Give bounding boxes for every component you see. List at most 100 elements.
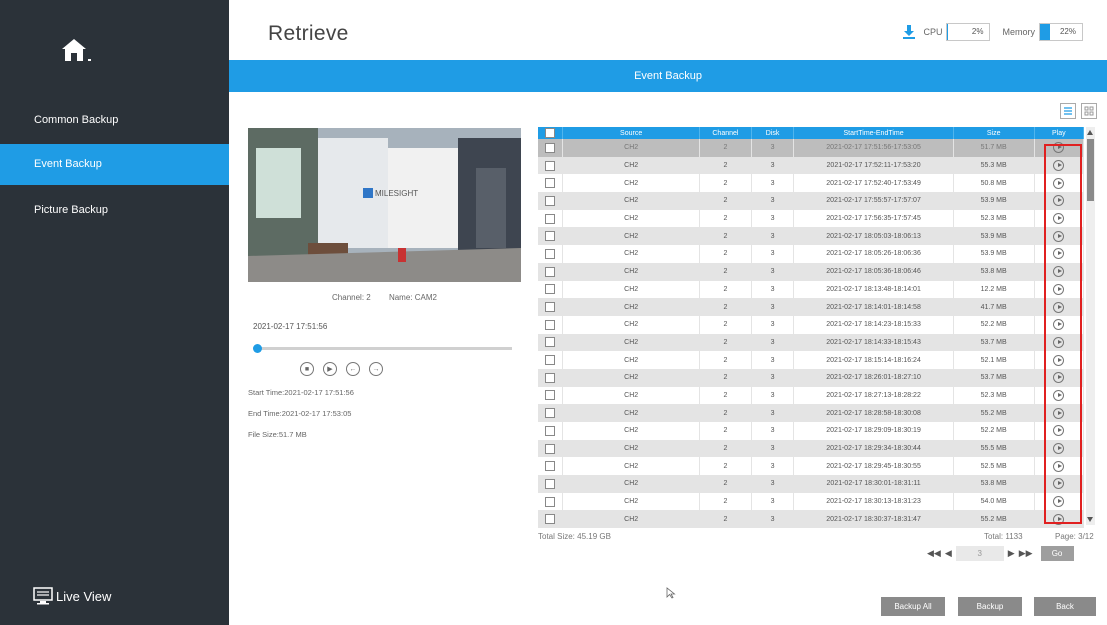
scroll-down-icon[interactable]	[1087, 517, 1093, 522]
live-view-button[interactable]: Live View	[32, 585, 111, 607]
row-checkbox[interactable]	[538, 209, 564, 228]
table-row[interactable]: CH2 2 3 2021-02-17 18:14:01-18:14:58 41.7 MB	[538, 298, 1085, 316]
row-checkbox[interactable]	[538, 262, 564, 281]
table-row[interactable]: CH2 2 3 2021-02-17 18:29:09-18:30:19 52.2 MB	[538, 422, 1085, 440]
table-row[interactable]: CH2 2 3 2021-02-17 18:05:03-18:06:13 53.9 MB	[538, 227, 1085, 246]
table-row[interactable]: CH2 2 3 2021-02-17 18:14:33-18:15:43 53.7 MB	[538, 333, 1085, 352]
table-scrollbar[interactable]	[1086, 127, 1095, 525]
row-checkbox[interactable]	[538, 510, 564, 529]
sidebar-item-common-backup[interactable]: Common Backup	[0, 100, 229, 141]
row-checkbox[interactable]	[538, 492, 564, 511]
backup-button[interactable]: Backup	[958, 597, 1022, 616]
cell-disk: 3	[751, 510, 795, 529]
step-back-icon[interactable]: ←	[346, 362, 360, 376]
monitor-icon	[33, 587, 53, 605]
cell-channel: 2	[699, 439, 752, 458]
row-checkbox[interactable]	[538, 457, 564, 476]
cell-source: CH2	[562, 139, 701, 157]
row-checkbox[interactable]	[538, 351, 564, 369]
table-row[interactable]: CH2 2 3 2021-02-17 18:27:13-18:28:22 52.3 MB	[538, 386, 1085, 405]
next-page-icon[interactable]: ▶	[1008, 548, 1015, 559]
cell-time: 2021-02-17 18:05:36-18:06:46	[793, 262, 954, 281]
step-forward-icon[interactable]: →	[369, 362, 383, 376]
cell-channel: 2	[699, 192, 752, 210]
table-row[interactable]: CH2 2 3 2021-02-17 18:26:01-18:27:10 53.7 MB	[538, 368, 1085, 387]
table-row[interactable]: CH2 2 3 2021-02-17 18:29:45-18:30:55 52.5 MB	[538, 457, 1085, 476]
cell-channel: 2	[699, 404, 752, 422]
slider-knob[interactable]	[253, 344, 262, 353]
select-all-checkbox[interactable]	[538, 127, 564, 139]
table-row[interactable]: CH2 2 3 2021-02-17 17:56:35-17:57:45 52.3 MB	[538, 209, 1085, 228]
table-row[interactable]: CH2 2 3 2021-02-17 17:52:40-17:53:49 50.8 MB	[538, 174, 1085, 193]
row-checkbox[interactable]	[538, 386, 564, 405]
row-checkbox[interactable]	[538, 192, 564, 210]
home-icon[interactable]	[58, 36, 92, 64]
table-row[interactable]: CH2 2 3 2021-02-17 17:55:57-17:57:07 53.9 MB	[538, 192, 1085, 210]
row-checkbox[interactable]	[538, 156, 564, 175]
grid-view-icon[interactable]	[1081, 103, 1097, 119]
table-row[interactable]: CH2 2 3 2021-02-17 18:30:13-18:31:23 54.0 MB	[538, 492, 1085, 511]
cell-channel: 2	[699, 475, 752, 493]
play-icon[interactable]: ▶	[323, 362, 337, 376]
col-disk[interactable]: Disk	[751, 127, 795, 139]
video-preview[interactable]: MILESIGHT	[248, 128, 521, 282]
live-view-label: Live View	[56, 588, 112, 604]
table-row[interactable]: CH2 2 3 2021-02-17 18:05:26-18:06:36 53.9 MB	[538, 245, 1085, 263]
table-row[interactable]: CH2 2 3 2021-02-17 18:28:58-18:30:08 55.2 MB	[538, 404, 1085, 422]
scroll-thumb[interactable]	[1087, 139, 1094, 201]
cell-source: CH2	[562, 457, 701, 476]
list-view-icon[interactable]	[1060, 103, 1076, 119]
cell-size: 54.0 MB	[953, 492, 1035, 511]
go-button[interactable]: Go	[1040, 546, 1074, 561]
back-button[interactable]: Back	[1034, 597, 1096, 616]
table-row[interactable]: CH2 2 3 2021-02-17 18:13:48-18:14:01 12.2 MB	[538, 280, 1085, 299]
row-checkbox[interactable]	[538, 280, 564, 299]
cell-size: 50.8 MB	[953, 174, 1035, 193]
cell-time: 2021-02-17 18:15:14-18:16:24	[793, 351, 954, 369]
prev-page-icon[interactable]: ◀	[945, 548, 952, 559]
cell-time: 2021-02-17 18:29:45-18:30:55	[793, 457, 954, 476]
page-input[interactable]: 3	[955, 546, 1004, 561]
col-source[interactable]: Source	[562, 127, 701, 139]
row-checkbox[interactable]	[538, 227, 564, 246]
col-channel[interactable]: Channel	[699, 127, 752, 139]
col-time[interactable]: StartTime-EndTime	[793, 127, 954, 139]
table-row[interactable]: CH2 2 3 2021-02-17 17:52:11-17:53:20 55.3 MB	[538, 156, 1085, 175]
table-row[interactable]: CH2 2 3 2021-02-17 18:30:37-18:31:47 55.2 MB	[538, 510, 1085, 529]
start-time: Start Time:2021-02-17 17:51:56	[248, 388, 354, 397]
row-checkbox[interactable]	[538, 139, 564, 157]
row-checkbox[interactable]	[538, 245, 564, 263]
scroll-up-icon[interactable]	[1087, 130, 1093, 135]
cell-disk: 3	[751, 280, 795, 299]
table-row[interactable]: CH2 2 3 2021-02-17 18:29:34-18:30:44 55.5 MB	[538, 439, 1085, 458]
sidebar-item-event-backup[interactable]: Event Backup	[0, 144, 229, 185]
row-checkbox[interactable]	[538, 368, 564, 387]
cell-channel: 2	[699, 368, 752, 387]
table-row[interactable]: CH2 2 3 2021-02-17 18:05:36-18:06:46 53.8 MB	[538, 262, 1085, 281]
stop-icon[interactable]: ■	[300, 362, 314, 376]
row-checkbox[interactable]	[538, 422, 564, 440]
col-size[interactable]: Size	[953, 127, 1035, 139]
row-checkbox[interactable]	[538, 404, 564, 422]
row-checkbox[interactable]	[538, 333, 564, 352]
table-row[interactable]: CH2 2 3 2021-02-17 18:15:14-18:16:24 52.1 MB	[538, 351, 1085, 369]
table-row[interactable]: CH2 2 3 2021-02-17 18:14:23-18:15:33 52.2 MB	[538, 315, 1085, 334]
cell-disk: 3	[751, 333, 795, 352]
row-checkbox[interactable]	[538, 298, 564, 316]
playback-slider[interactable]	[253, 344, 512, 353]
first-page-icon[interactable]: ◀◀	[927, 548, 941, 559]
cell-size: 55.3 MB	[953, 156, 1035, 175]
cell-disk: 3	[751, 139, 795, 157]
last-page-icon[interactable]: ▶▶	[1019, 548, 1033, 559]
play-column-highlight	[1044, 144, 1082, 524]
row-checkbox[interactable]	[538, 475, 564, 493]
cell-channel: 2	[699, 262, 752, 281]
backup-all-button[interactable]: Backup All	[881, 597, 945, 616]
download-icon[interactable]	[901, 24, 917, 40]
row-checkbox[interactable]	[538, 174, 564, 193]
table-row[interactable]: CH2 2 3 2021-02-17 17:51:56-17:53:05 51.7 MB	[538, 139, 1085, 157]
row-checkbox[interactable]	[538, 315, 564, 334]
table-row[interactable]: CH2 2 3 2021-02-17 18:30:01-18:31:11 53.8 MB	[538, 475, 1085, 493]
sidebar-item-picture-backup[interactable]: Picture Backup	[0, 190, 229, 231]
row-checkbox[interactable]	[538, 439, 564, 458]
